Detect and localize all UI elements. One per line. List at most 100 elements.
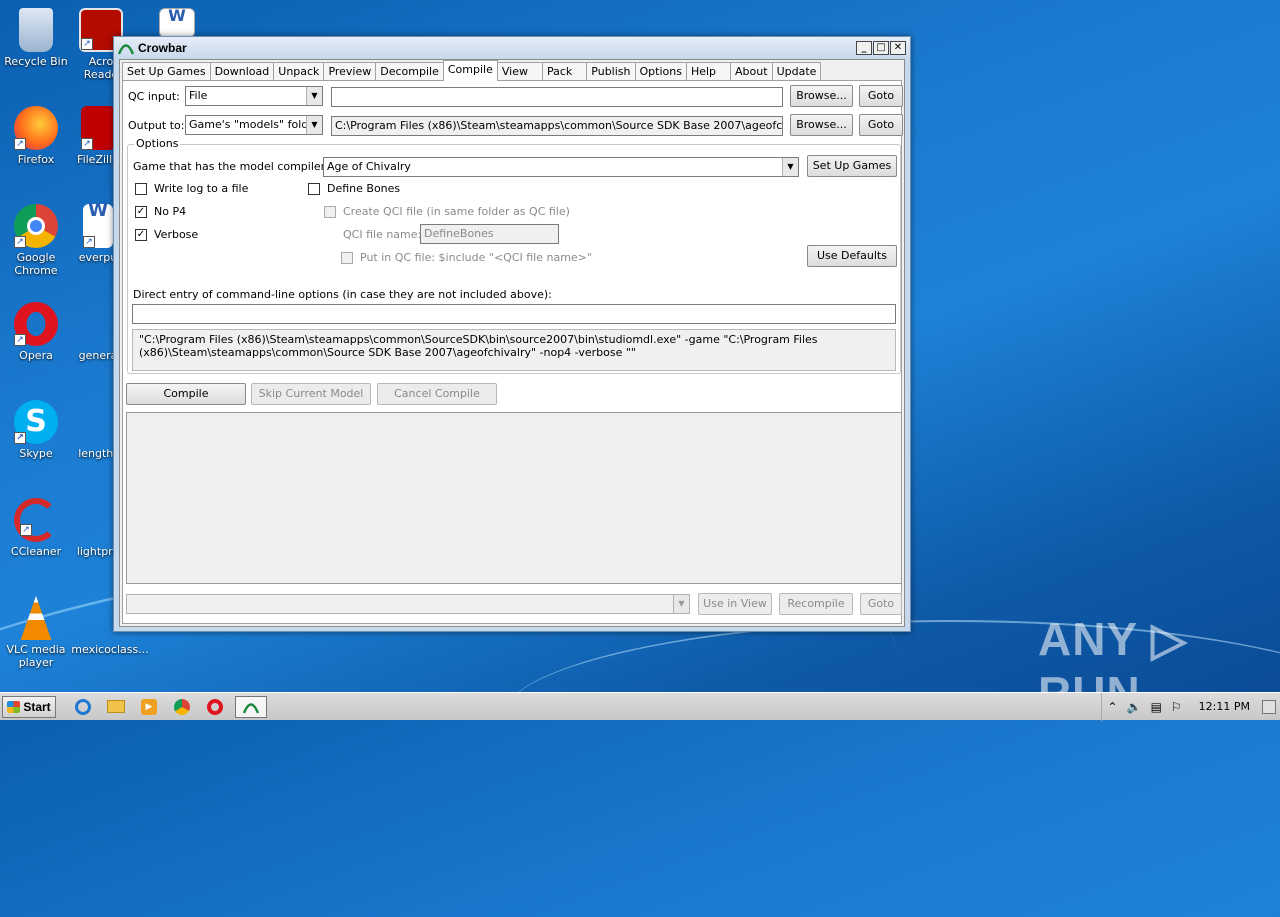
- set-up-games-button[interactable]: Set Up Games: [807, 155, 897, 177]
- opera-taskbar-icon[interactable]: [202, 696, 228, 718]
- checkbox-box: [341, 251, 353, 264]
- desktop-icon-label: Recycle Bin: [4, 55, 68, 68]
- desktop-icon-label: Google Chrome: [14, 251, 58, 277]
- crowbar-taskbar-icon[interactable]: [235, 695, 267, 718]
- tab-update[interactable]: Update: [771, 62, 822, 81]
- tab-publish[interactable]: Publish: [586, 62, 636, 81]
- close-button[interactable]: ✕: [890, 40, 906, 55]
- skip-current-model-button[interactable]: Skip Current Model: [251, 383, 371, 405]
- desktop-icon-recycle-bin[interactable]: Recycle Bin: [1, 8, 71, 68]
- verbose-checkbox[interactable]: ✓ Verbose: [135, 228, 198, 241]
- put-in-qc-checkbox[interactable]: Put in QC file: $include "<QCI file name…: [341, 251, 592, 264]
- qci-file-name-label: QCI file name:: [343, 228, 422, 241]
- firefox-icon: ↗: [14, 106, 58, 150]
- desktop-icon-label: Firefox: [17, 153, 55, 166]
- chevron-down-icon: ▼: [782, 158, 798, 176]
- desktop-icon-label: mexicoclass...: [71, 643, 149, 656]
- windows-logo-icon: [7, 700, 21, 713]
- qc-input-path-field[interactable]: [331, 87, 783, 107]
- taskbar: Start ▶ ⌃ 🔈 ▤ ⚐ 12:11 PM: [0, 692, 1280, 721]
- output-goto-button[interactable]: Goto: [859, 114, 903, 136]
- no-p4-label: No P4: [154, 205, 187, 218]
- clock[interactable]: 12:11 PM: [1199, 700, 1250, 713]
- volume-icon[interactable]: 🔈: [1127, 700, 1142, 714]
- desktop-icon-firefox[interactable]: ↗ Firefox: [1, 106, 71, 166]
- desktop-icon-vlc[interactable]: VLC media player: [1, 596, 71, 669]
- qci-file-name-field[interactable]: DefineBones: [420, 224, 559, 244]
- filezilla-icon: ↗: [81, 106, 115, 150]
- qc-input-goto-button[interactable]: Goto: [859, 85, 903, 107]
- tab-unpack[interactable]: Unpack: [273, 62, 325, 81]
- direct-entry-field[interactable]: [132, 304, 896, 324]
- tab-decompile[interactable]: Decompile: [375, 62, 444, 81]
- define-bones-checkbox[interactable]: Define Bones: [308, 182, 400, 195]
- compiled-files-select[interactable]: ▼: [126, 594, 690, 614]
- window-client: Set Up Games Download Unpack Preview Dec…: [119, 59, 905, 627]
- desktop-icon-opera[interactable]: ↗ Opera: [1, 302, 71, 362]
- tab-strip: Set Up Games Download Unpack Preview Dec…: [122, 60, 822, 81]
- tab-set-up-games[interactable]: Set Up Games: [122, 62, 211, 81]
- chrome-taskbar-icon[interactable]: [169, 696, 195, 718]
- show-desktop-button[interactable]: [1262, 699, 1276, 714]
- minimize-button[interactable]: _: [856, 40, 872, 55]
- create-qci-checkbox[interactable]: Create QCI file (in same folder as QC fi…: [324, 205, 570, 218]
- output-browse-button[interactable]: Browse...: [790, 114, 853, 136]
- window-title: Crowbar: [138, 40, 187, 55]
- checkmark-icon: ✓: [135, 228, 147, 241]
- compile-tab-page: QC input: File ▼ Browse... Goto Output t…: [122, 80, 903, 624]
- tab-download[interactable]: Download: [209, 62, 275, 81]
- create-qci-label: Create QCI file (in same folder as QC fi…: [343, 205, 570, 218]
- write-log-checkbox[interactable]: Write log to a file: [135, 182, 248, 195]
- crowbar-window: Crowbar _ □ ✕ Set Up Games Download Unpa…: [113, 36, 911, 632]
- checkmark-icon: ✓: [135, 205, 147, 218]
- output-to-select[interactable]: Game's "models" folder ▼: [185, 115, 323, 135]
- game-compiler-select[interactable]: Age of Chivalry ▼: [323, 157, 799, 177]
- vlc-cone-icon: [20, 596, 52, 640]
- tab-view[interactable]: View: [496, 62, 543, 81]
- options-group-title: Options: [134, 137, 181, 150]
- word-document-icon: W ↗: [83, 202, 113, 248]
- tab-pack[interactable]: Pack: [541, 62, 588, 81]
- output-path-field[interactable]: C:\Program Files (x86)\Steam\steamapps\c…: [331, 116, 783, 136]
- verbose-label: Verbose: [154, 228, 199, 241]
- explorer-folder-taskbar-icon[interactable]: [103, 696, 129, 718]
- compile-log-area[interactable]: [126, 412, 902, 584]
- qc-input-browse-button[interactable]: Browse...: [790, 85, 853, 107]
- bottom-goto-button[interactable]: Goto: [860, 593, 902, 615]
- system-tray: ⌃ 🔈 ▤ ⚐ 12:11 PM: [1100, 692, 1280, 721]
- desktop-icon-skype[interactable]: S ↗ Skype: [1, 400, 71, 460]
- title-bar[interactable]: Crowbar _ □ ✕: [114, 37, 910, 58]
- show-hidden-icons-icon[interactable]: ⌃: [1108, 700, 1118, 714]
- tab-about[interactable]: About: [730, 62, 773, 81]
- use-in-view-button[interactable]: Use in View: [698, 593, 772, 615]
- tab-compile[interactable]: Compile: [442, 60, 498, 81]
- start-button[interactable]: Start: [2, 695, 56, 718]
- recompile-button[interactable]: Recompile: [779, 593, 853, 615]
- qc-input-type-value: File: [189, 89, 208, 102]
- output-to-value: Game's "models" folder: [189, 118, 320, 131]
- qc-input-type-select[interactable]: File ▼: [185, 86, 323, 106]
- network-icon[interactable]: ▤: [1151, 700, 1162, 714]
- tab-options[interactable]: Options: [634, 62, 687, 81]
- chrome-icon: ↗: [14, 204, 58, 248]
- checkbox-box: [308, 182, 320, 195]
- cancel-compile-button[interactable]: Cancel Compile: [377, 383, 497, 405]
- skype-icon: S ↗: [14, 400, 58, 444]
- word-document-icon: W: [159, 8, 195, 38]
- chevron-down-icon: ▼: [673, 595, 689, 613]
- put-in-qc-label: Put in QC file: $include "<QCI file name…: [360, 251, 592, 264]
- tab-preview[interactable]: Preview: [323, 62, 377, 81]
- qc-input-label: QC input:: [128, 90, 180, 103]
- media-player-taskbar-icon[interactable]: ▶: [136, 696, 162, 718]
- desktop-icon-label: VLC media player: [6, 643, 66, 669]
- desktop-icon-ccleaner[interactable]: ↗ CCleaner: [1, 498, 71, 558]
- crowbar-app-icon: [242, 702, 260, 713]
- action-center-flag-icon[interactable]: ⚐: [1171, 700, 1182, 714]
- maximize-button[interactable]: □: [873, 40, 889, 55]
- use-defaults-button[interactable]: Use Defaults: [807, 245, 897, 267]
- desktop-icon-chrome[interactable]: ↗ Google Chrome: [1, 204, 71, 277]
- compile-button[interactable]: Compile: [126, 383, 246, 405]
- internet-explorer-taskbar-icon[interactable]: [70, 696, 96, 718]
- tab-help[interactable]: Help: [685, 62, 732, 81]
- no-p4-checkbox[interactable]: ✓ No P4: [135, 205, 186, 218]
